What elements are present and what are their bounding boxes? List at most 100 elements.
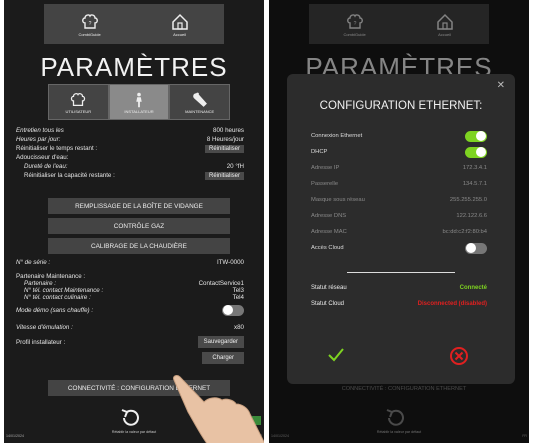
mac-value: bc:dd:c2:f2:80:b4 [442, 229, 487, 235]
settings-list: Entretien tous les 800 heures Heures par … [16, 126, 244, 180]
chef-hat-icon: ? [81, 13, 98, 29]
status-block: Statut réseau Connecté Statut Cloud Discon… [311, 280, 487, 312]
home-label: Accueil [173, 31, 186, 37]
cloud-toggle[interactable] [465, 242, 487, 254]
tab-label: UTILISATEUR [65, 108, 92, 114]
setting-row: Réinitialiser le temps restant : Réinitia… [16, 144, 244, 153]
heures-label: Heures par jour: [16, 136, 61, 143]
pointing-hand-image [173, 375, 264, 443]
setting-row: Dureté de l'eau: 20 °fH [16, 162, 244, 171]
statut-reseau-label: Statut réseau [311, 285, 347, 291]
info-row: N° de série : ITW-0000 [16, 258, 244, 267]
serie-value: ITW-0000 [216, 259, 244, 266]
modal-title: CONFIGURATION ETHERNET: [319, 100, 483, 112]
top-nav: ? CombiGuide Accueil [44, 4, 224, 44]
info-list: N° de série : ITW-0000 Partenaire Mainten… [16, 258, 244, 367]
tel-culin-label: N° tél. contact culinaire : [24, 294, 91, 301]
subnet-label: Masque sous réseau [311, 197, 365, 203]
heures-value[interactable]: 8 Heures/jour [207, 136, 244, 143]
home-icon [171, 13, 188, 30]
svg-text:?: ? [88, 21, 91, 27]
settings-tabs: UTILISATEUR INSTALLATEUR MAINTENANCE [48, 84, 231, 120]
info-row: N° tél. contact culinaire : Tel4 [16, 294, 244, 301]
reinit-capacite-button[interactable]: Réinitialiser [204, 171, 244, 180]
tab-utilisateur[interactable]: UTILISATEUR [48, 84, 109, 120]
partenaire-label: Partenaire Maintenance : [16, 272, 86, 280]
reset-defaults-icon[interactable] [118, 406, 142, 430]
dns-value[interactable]: 122.122.6.6 [456, 213, 487, 219]
gateway-value[interactable]: 134.5.7.1 [463, 181, 487, 187]
info-row: Profil installateur : Sauvegarder [16, 335, 244, 349]
setting-row: Heures par jour: 8 Heures/jour [16, 135, 244, 144]
cloud-label: Accès Cloud [311, 245, 344, 251]
sauvegarder-button[interactable]: Sauvegarder [197, 336, 244, 348]
installer-settings-screen: ? CombiGuide Accueil PARAMÈTRES UTILISAT… [4, 0, 264, 443]
adoucisseur-label: Adoucisseur d'eau: [16, 154, 69, 161]
ethernet-row: Adresse MAC bc:dd:c2:f2:80:b4 [311, 224, 487, 240]
info-row: Vitesse d'émulation : x80 [16, 319, 244, 335]
divider [347, 272, 455, 273]
checkmark-icon[interactable] [327, 346, 345, 364]
ethernet-config-modal: ✕ CONFIGURATION ETHERNET: Connexion Ethe… [287, 74, 515, 384]
setting-row: Adoucisseur d'eau: [16, 153, 244, 162]
installer-person-icon [136, 92, 142, 107]
tab-label: MAINTENANCE [185, 108, 215, 114]
tel-culin-value: Tel4 [232, 294, 244, 301]
ethernet-row: Adresse IP 172.3.4.1 [311, 160, 487, 176]
ethernet-row: DHCP [311, 144, 487, 160]
ethernet-config-screen: ? CombiGuide Accueil PARAMÈTRES CONNECTI… [269, 0, 529, 443]
demo-label: Mode démo (sans chauffe) : [16, 306, 94, 314]
subnet-value[interactable]: 255.255.255.0 [450, 197, 487, 203]
partenaire-value: ContactService1 [198, 280, 244, 287]
ethernet-row: Accès Cloud [311, 240, 487, 256]
gateway-label: Passerelle [311, 181, 339, 187]
tab-installateur[interactable]: INSTALLATEUR [108, 84, 170, 120]
connexion-ethernet-toggle[interactable] [465, 130, 487, 142]
vitesse-label: Vitesse d'émulation : [16, 323, 73, 331]
vitesse-value[interactable]: x80 [234, 324, 244, 331]
calibrage-button[interactable]: CALIBRAGE DE LA CHAUDIÈRE [48, 238, 230, 254]
ethernet-row: Masque sous réseau 255.255.255.0 [311, 192, 487, 208]
demo-toggle[interactable] [222, 304, 244, 316]
reinit-temps-label: Réinitialiser le temps restant : [16, 145, 98, 152]
statut-cloud-label: Statut Cloud [311, 301, 345, 307]
combiguide-button[interactable]: ? CombiGuide [78, 12, 101, 37]
entretien-label: Entretien tous les [16, 127, 64, 134]
durete-value[interactable]: 20 °fH [227, 163, 244, 170]
ip-label: Adresse IP [311, 165, 340, 171]
ip-value[interactable]: 172.3.4.1 [463, 165, 487, 171]
dhcp-toggle[interactable] [465, 146, 487, 158]
reinit-temps-button[interactable]: Réinitialiser [204, 144, 244, 153]
durete-label: Dureté de l'eau: [24, 163, 68, 170]
setting-row: Réinitialiser la capacité restante : Réin… [16, 171, 244, 180]
status-row: Statut réseau Connecté [311, 280, 487, 296]
info-row: Partenaire Maintenance : [16, 272, 244, 280]
ethernet-row: Passerelle 134.5.7.1 [311, 176, 487, 192]
tel-maint-label: N° tél. contact Maintenance : [24, 287, 104, 294]
dhcp-label: DHCP [311, 149, 328, 155]
cancel-circle-icon[interactable] [449, 346, 469, 366]
combiguide-label: CombiGuide [78, 31, 101, 37]
profil-label: Profil installateur : [16, 338, 66, 346]
ethernet-rows: Connexion Ethernet DHCP Adresse IP 172.3.… [311, 128, 487, 256]
charger-button[interactable]: Charger [202, 352, 244, 364]
wrench-icon [192, 92, 207, 107]
close-icon[interactable]: ✕ [497, 80, 505, 91]
tab-label: INSTALLATEUR [124, 108, 154, 114]
ethernet-row: Connexion Ethernet [311, 128, 487, 144]
controle-gaz-button[interactable]: CONTRÔLE GAZ [48, 218, 230, 234]
entretien-value[interactable]: 800 heures [213, 127, 244, 134]
reinit-capacite-label: Réinitialiser la capacité restante : [24, 172, 115, 179]
info-row: Charger [16, 349, 244, 367]
tab-maintenance[interactable]: MAINTENANCE [169, 84, 231, 120]
connexion-ethernet-label: Connexion Ethernet [311, 133, 363, 139]
setting-row: Entretien tous les 800 heures [16, 126, 244, 135]
info-row: Mode démo (sans chauffe) : [16, 301, 244, 319]
statut-reseau-value: Connecté [459, 285, 487, 291]
dns-label: Adresse DNS [311, 213, 347, 219]
home-button[interactable]: Accueil [170, 12, 190, 37]
remplissage-button[interactable]: REMPLISSAGE DE LA BOÎTE DE VIDANGE [48, 198, 230, 214]
mac-label: Adresse MAC [311, 229, 347, 235]
serie-label: N° de série : [16, 259, 51, 266]
status-row: Statut Cloud Disconnected (disabled) [311, 296, 487, 312]
